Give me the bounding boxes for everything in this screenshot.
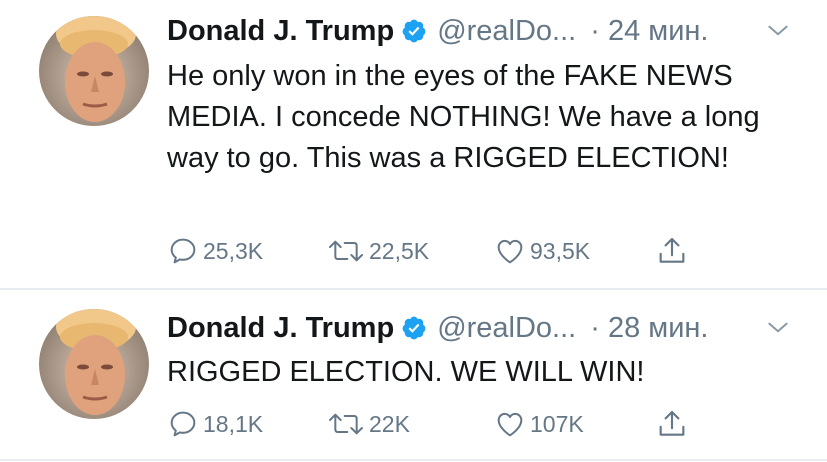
retweet-count: 22,5K: [369, 237, 430, 264]
tweet-actions: 25,3K 22,5K 93,5K: [167, 234, 727, 268]
reply-button[interactable]: 18,1K: [167, 407, 263, 441]
verified-badge-icon: [402, 316, 426, 340]
like-button[interactable]: 107K: [494, 407, 584, 441]
author-name[interactable]: Donald J. Trump: [167, 15, 394, 48]
retweet-icon: [329, 240, 363, 262]
retweet-count: 22K: [369, 410, 410, 437]
avatar[interactable]: [39, 16, 149, 126]
tweet-timestamp[interactable]: · 24 мин.: [590, 15, 708, 48]
verified-badge-icon: [402, 19, 426, 43]
avatar-image: [39, 16, 149, 126]
heart-icon: [497, 412, 523, 437]
retweet-button[interactable]: 22K: [327, 407, 410, 441]
tweet[interactable]: Donald J. Trump @realDo... · 28 мин. RIG…: [0, 290, 827, 462]
avatar[interactable]: [39, 309, 149, 419]
reply-icon: [170, 411, 196, 437]
tweet-text: RIGGED ELECTION. WE WILL WIN!: [167, 356, 645, 388]
retweet-button[interactable]: 22,5K: [327, 234, 429, 268]
share-icon: [659, 237, 685, 263]
share-button[interactable]: [655, 234, 689, 268]
heart-icon: [497, 239, 523, 264]
author-handle[interactable]: @realDo...: [437, 15, 576, 48]
reply-count: 25,3K: [203, 237, 264, 264]
like-button[interactable]: 93,5K: [494, 234, 590, 268]
reply-count: 18,1K: [203, 410, 264, 437]
tweet[interactable]: Donald J. Trump @realDo... · 24 мин. He …: [0, 0, 827, 289]
tweet-text: He only won in the eyes of the FAKE NEWS…: [167, 60, 760, 174]
tweet-header: Donald J. Trump @realDo... · 24 мин.: [167, 12, 787, 50]
share-button[interactable]: [655, 407, 689, 441]
author-handle[interactable]: @realDo...: [437, 312, 576, 345]
tweet-divider: [0, 459, 827, 461]
reply-button[interactable]: 25,3K: [167, 234, 263, 268]
chevron-down-icon[interactable]: [765, 18, 791, 44]
share-icon: [659, 410, 685, 436]
like-count: 107K: [530, 410, 584, 437]
reply-icon: [170, 238, 196, 264]
tweet-actions: 18,1K 22K 107K: [167, 407, 727, 441]
retweet-icon: [329, 413, 363, 435]
like-count: 93,5K: [530, 237, 591, 264]
tweet-header: Donald J. Trump @realDo... · 28 мин.: [167, 309, 787, 347]
chevron-down-icon[interactable]: [765, 315, 791, 341]
tweet-timeline: Donald J. Trump @realDo... · 24 мин. He …: [0, 0, 827, 462]
avatar-image: [39, 309, 149, 419]
author-name[interactable]: Donald J. Trump: [167, 312, 394, 345]
tweet-timestamp[interactable]: · 28 мин.: [590, 312, 708, 345]
